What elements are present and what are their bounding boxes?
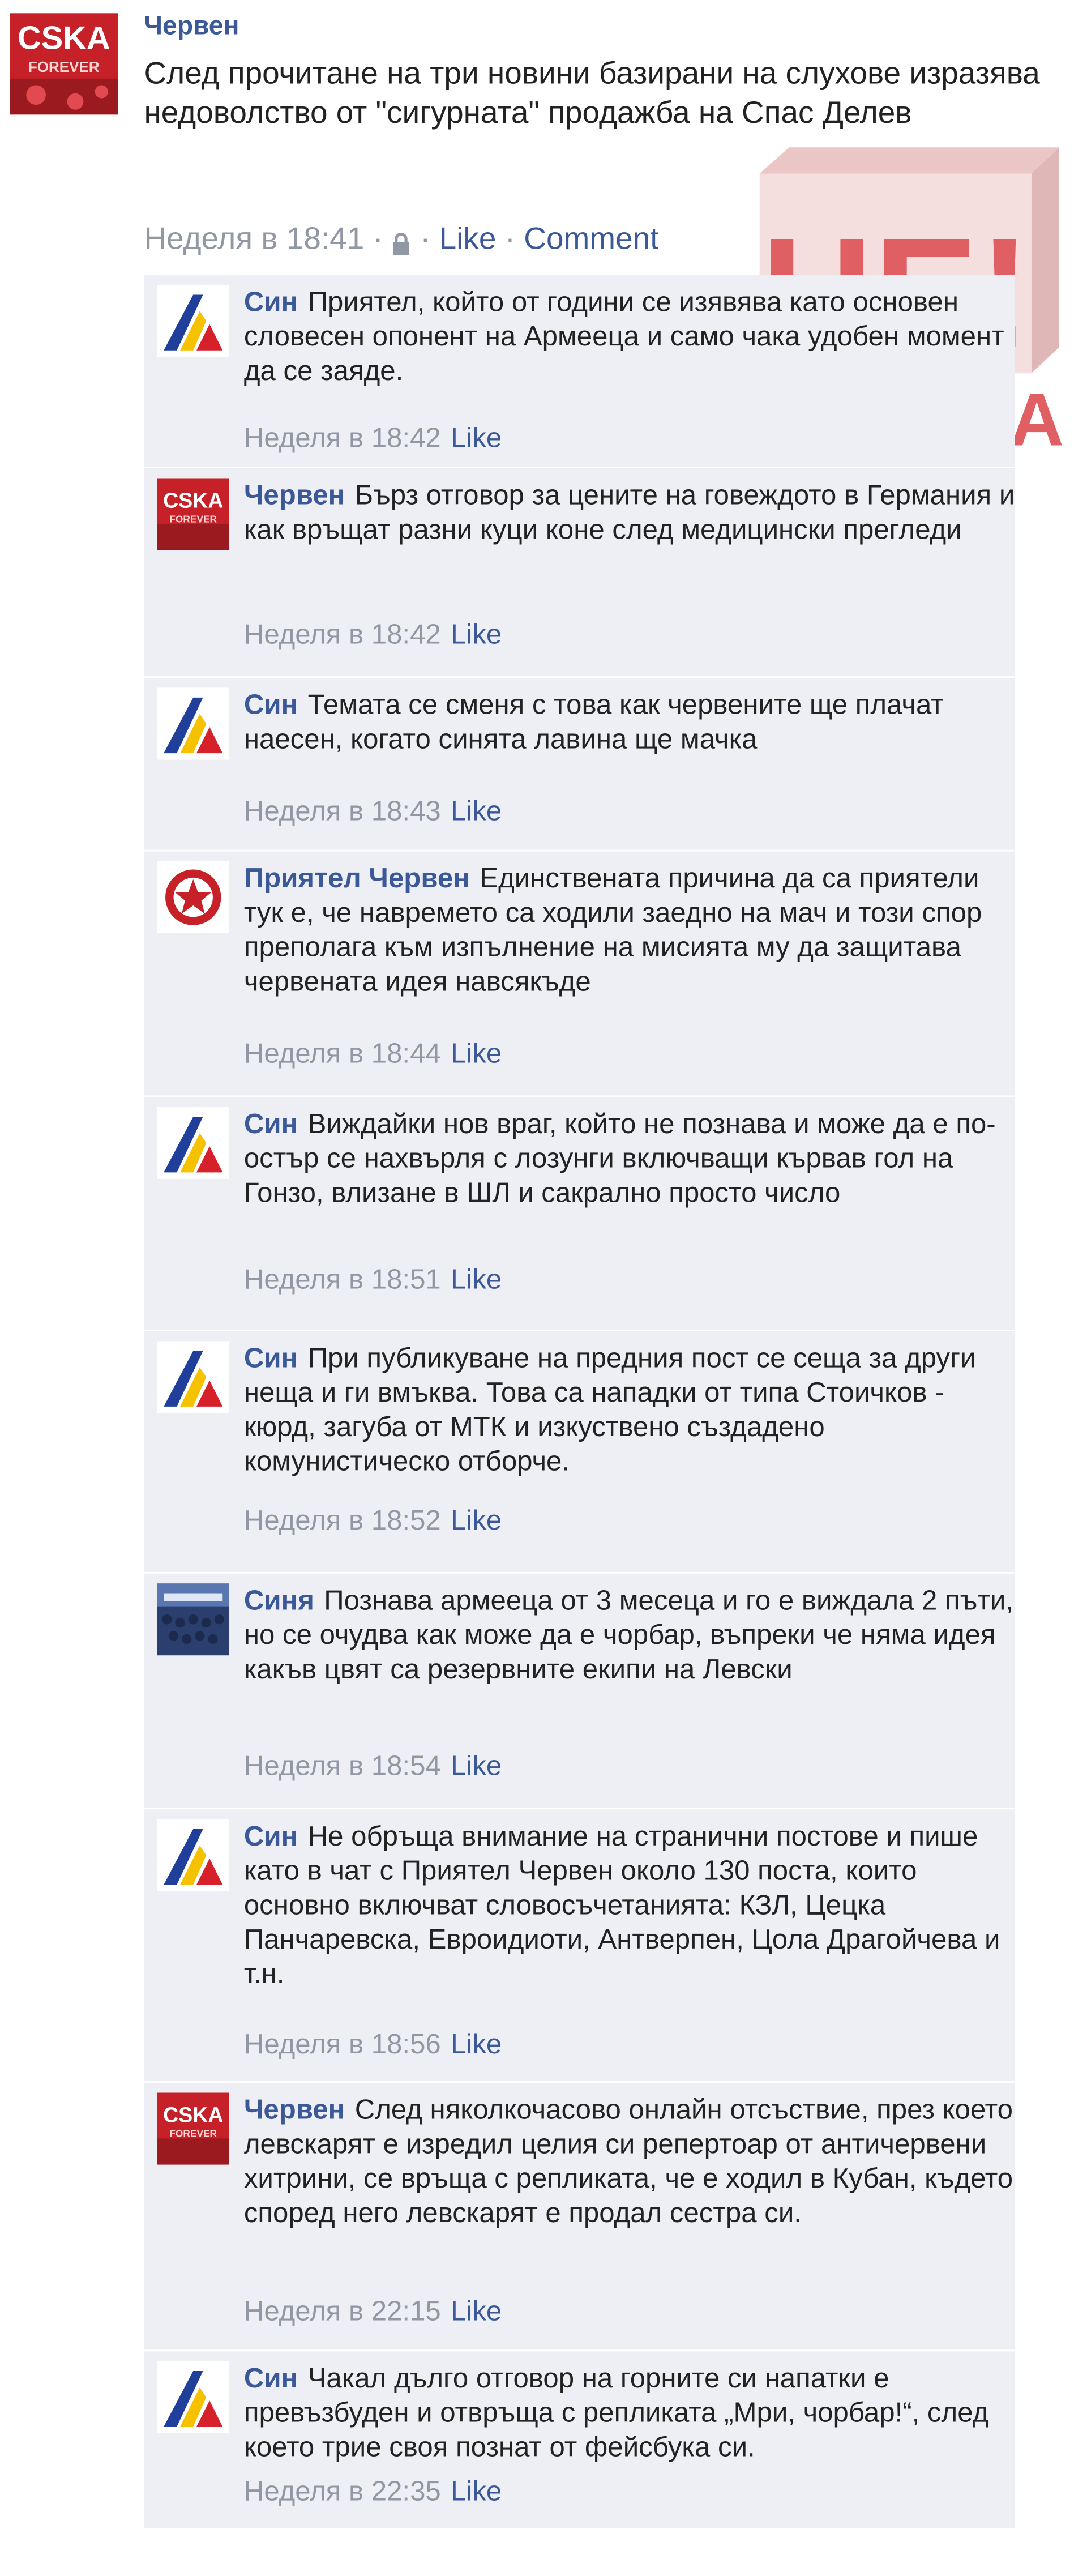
comment-like-link[interactable]: Like xyxy=(451,619,502,650)
comment-item: Син Виждайки нов враг, който не познава и… xyxy=(144,1097,1015,1331)
comment-timestamp[interactable]: Неделя в 22:15 xyxy=(244,2296,441,2327)
comment-author[interactable]: Червен xyxy=(244,2094,345,2125)
comment-meta: Неделя в 22:35 Like xyxy=(244,2476,502,2509)
levski-avatar[interactable] xyxy=(157,687,229,760)
comment-like-link[interactable]: Like xyxy=(451,422,502,454)
avatar-forever-text: FOREVER xyxy=(169,2128,217,2139)
comment-meta: Неделя в 18:42 Like xyxy=(244,422,502,455)
comment-item: CSKA FOREVER Червен Бърз отговор за цените… xyxy=(144,468,1015,678)
comment-like-link[interactable]: Like xyxy=(451,1750,502,1782)
comment-text: Чакал дълго отговор на горните си напатк… xyxy=(243,2363,989,2463)
comment-timestamp[interactable]: Неделя в 18:44 xyxy=(244,1038,441,1069)
comment-author[interactable]: Син xyxy=(244,689,298,720)
comment-meta: Неделя в 18:44 Like xyxy=(244,1038,502,1071)
post-meta: Неделя в 18:41 · · Like · Comment xyxy=(144,223,659,257)
comment-author[interactable]: Син xyxy=(244,2363,298,2394)
cska-avatar[interactable]: CSKA FOREVER xyxy=(157,478,229,550)
comment-meta: Неделя в 18:42 Like xyxy=(244,619,502,652)
comment-like-link[interactable]: Like xyxy=(451,2476,502,2507)
comment-item: Син Чакал дълго отговор на горните си нап… xyxy=(144,2351,1015,2530)
levski-avatar[interactable] xyxy=(157,285,229,357)
comment-text: Виждайки нов враг, който не познава и мо… xyxy=(243,1108,996,1209)
comment-like-link[interactable]: Like xyxy=(451,1264,502,1295)
post-text: След прочитане на три новини базирани на… xyxy=(144,57,1040,131)
levski-avatar[interactable] xyxy=(157,1107,229,1179)
comment-timestamp[interactable]: Неделя в 18:56 xyxy=(244,2029,441,2060)
comment-item: Синя Познава армееца от 3 месеца и го е в… xyxy=(144,1573,1015,1810)
comment-timestamp[interactable]: Неделя в 22:35 xyxy=(244,2476,441,2507)
post-timestamp[interactable]: Неделя в 18:41 xyxy=(144,223,364,257)
avatar-cska-text: CSKA xyxy=(163,2103,223,2127)
post-comment-link[interactable]: Comment xyxy=(524,223,658,257)
comment-author[interactable]: Син xyxy=(244,287,298,318)
avatar-cska-text: CSKA xyxy=(18,20,110,57)
post-author-avatar[interactable]: CSKA FOREVER xyxy=(10,13,118,115)
comment-text: След няколкочасово онлайн отсъствие, пре… xyxy=(243,2094,1013,2229)
levski-avatar[interactable] xyxy=(157,1819,229,1891)
comment-item: Син Темата се сменя с това как червените … xyxy=(144,678,1015,852)
comment-item: Син Не обръща внимание на странични посто… xyxy=(144,1809,1015,2083)
comment-timestamp[interactable]: Неделя в 18:42 xyxy=(244,619,441,650)
comment-like-link[interactable]: Like xyxy=(451,1038,502,1069)
comment-item: Син Приятел, който от години се изявява к… xyxy=(144,275,1015,468)
comment-like-link[interactable]: Like xyxy=(451,1505,502,1536)
comment-timestamp[interactable]: Неделя в 18:42 xyxy=(244,422,441,454)
comment-author[interactable]: Синя xyxy=(244,1585,314,1616)
levski-avatar[interactable] xyxy=(157,1341,229,1413)
comment-timestamp[interactable]: Неделя в 18:43 xyxy=(244,796,441,827)
comment-like-link[interactable]: Like xyxy=(451,2029,502,2060)
cska-avatar[interactable]: CSKA FOREVER xyxy=(157,2092,229,2165)
comment-item: Приятел Червен Единствената причина да са… xyxy=(144,851,1015,1097)
crowd-avatar[interactable] xyxy=(157,1583,229,1656)
comment-meta: Неделя в 18:56 Like xyxy=(244,2029,502,2062)
comment-meta: Неделя в 22:15 Like xyxy=(244,2296,502,2329)
comment-text: При публикуване на предния пост се сеща … xyxy=(243,1343,976,1477)
comment-author[interactable]: Приятел Червен xyxy=(244,863,470,894)
avatar-forever-text: FOREVER xyxy=(169,513,217,524)
comment-timestamp[interactable]: Неделя в 18:52 xyxy=(244,1505,441,1536)
comment-author[interactable]: Син xyxy=(244,1343,298,1374)
post-like-link[interactable]: Like xyxy=(439,223,497,257)
comment-meta: Неделя в 18:51 Like xyxy=(244,1264,502,1297)
avatar-forever-text: FOREVER xyxy=(28,58,100,75)
comment-author[interactable]: Син xyxy=(244,1109,298,1140)
post-author-name[interactable]: Червен xyxy=(144,13,239,42)
avatar-cska-text: CSKA xyxy=(163,488,223,512)
red-star-avatar[interactable] xyxy=(157,861,229,934)
comment-text: Темата се сменя с това как червените ще … xyxy=(243,689,944,755)
comment-timestamp[interactable]: Неделя в 18:54 xyxy=(244,1750,441,1782)
levski-avatar[interactable] xyxy=(157,2361,229,2433)
comment-item: Син При публикуване на предния пост се се… xyxy=(144,1331,1015,1574)
comment-like-link[interactable]: Like xyxy=(451,2296,502,2327)
comment-meta: Неделя в 18:52 Like xyxy=(244,1505,502,1537)
comment-author[interactable]: Червен xyxy=(244,480,345,511)
comment-text: Приятел, който от години се изявява като… xyxy=(243,287,1004,387)
comment-text: Бърз отговор за цените на говеждото в Ге… xyxy=(243,480,1015,545)
comment-author[interactable]: Син xyxy=(244,1821,298,1852)
comment-timestamp[interactable]: Неделя в 18:51 xyxy=(244,1264,441,1295)
comment-meta: Неделя в 18:43 Like xyxy=(244,796,502,828)
comment-meta: Неделя в 18:54 Like xyxy=(244,1750,502,1783)
lock-icon[interactable] xyxy=(392,229,412,256)
comment-text: Не обръща внимание на странични постове … xyxy=(243,1821,1000,1990)
comment-text: Познава армееца от 3 месеца и го е вижда… xyxy=(243,1585,1014,1685)
comment-like-link[interactable]: Like xyxy=(451,796,502,827)
comment-item: CSKA FOREVER Червен След няколкочасово онл… xyxy=(144,2083,1015,2352)
